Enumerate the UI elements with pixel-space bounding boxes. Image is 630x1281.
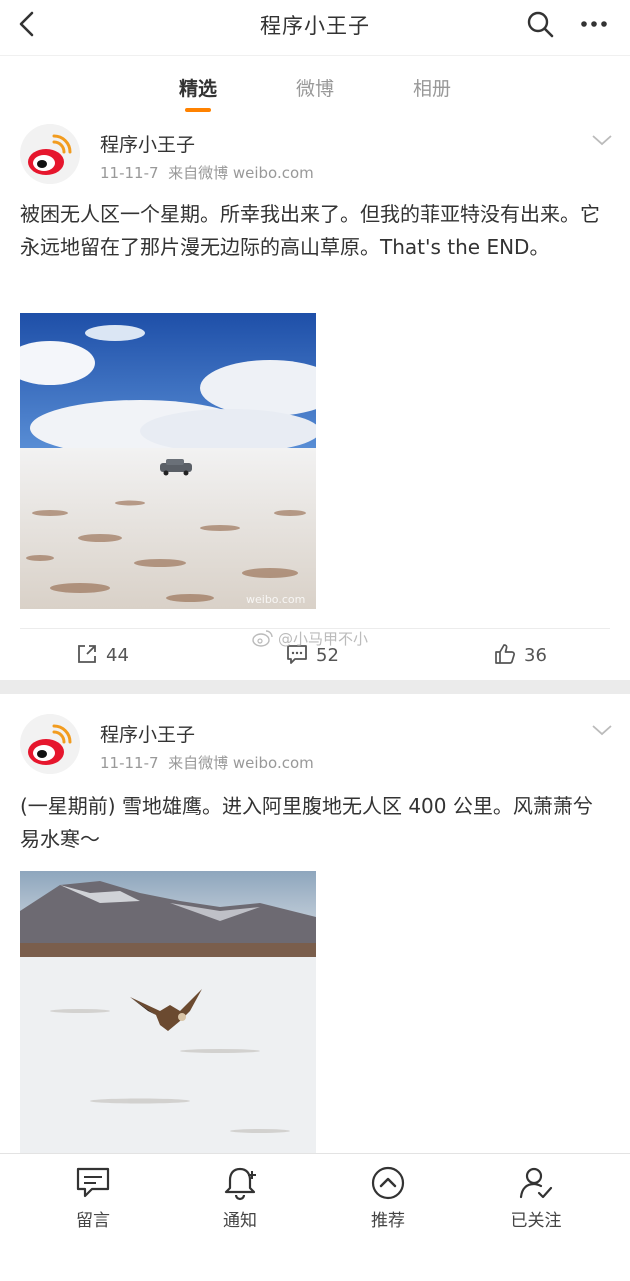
weibo-logo-icon	[20, 124, 80, 184]
post-divider	[0, 680, 630, 694]
bottom-toolbar: 留言 通知 推荐 已关注	[0, 1153, 630, 1281]
repost-button[interactable]: 44	[76, 643, 129, 667]
post-text: 被困无人区一个星期。所幸我出来了。但我的菲亚特没有出来。它永远地留在了那片漫无边…	[20, 202, 600, 259]
post-date: 11-11-7	[100, 754, 159, 772]
notify-button[interactable]: 通知	[190, 1164, 290, 1231]
search-icon[interactable]	[525, 9, 555, 39]
overlay-watermark-text: @小马甲不小	[278, 630, 369, 648]
message-label: 留言	[76, 1211, 110, 1231]
following-label: 已关注	[510, 1211, 562, 1231]
active-tab-indicator	[185, 108, 211, 112]
chevron-down-icon[interactable]	[590, 722, 614, 738]
avatar[interactable]	[20, 124, 80, 184]
user-check-icon	[519, 1167, 553, 1199]
tab-album[interactable]: 相册	[392, 74, 472, 101]
post-date: 11-11-7	[100, 164, 159, 182]
image-watermark: weibo.com	[246, 593, 305, 606]
weibo-post: 程序小王子 11-11-7 来自微博 weibo.com 被困无人区一个星期。所…	[0, 118, 630, 680]
recommend-label: 推荐	[371, 1211, 405, 1231]
like-button[interactable]: 36	[494, 643, 547, 667]
like-count: 36	[524, 645, 547, 666]
post-text: (一星期前) 雪地雄鹰。进入阿里腹地无人区 400 公里。风萧萧兮易水寒～	[20, 794, 593, 851]
post-meta: 11-11-7 来自微博 weibo.com	[100, 752, 314, 773]
avatar[interactable]	[20, 714, 80, 774]
repost-icon	[78, 645, 96, 663]
overlay-watermark: @小马甲不小	[252, 628, 368, 649]
author-name[interactable]: 程序小王子	[100, 130, 195, 157]
chevron-down-icon[interactable]	[590, 132, 614, 148]
profile-tabs: 精选 微博 相册	[0, 55, 630, 119]
tab-weibo[interactable]: 微博	[275, 74, 355, 101]
post-image[interactable]	[20, 871, 316, 1153]
chevron-up-circle-icon	[371, 1166, 405, 1200]
following-button[interactable]: 已关注	[486, 1164, 586, 1231]
more-horizontal-icon[interactable]	[578, 9, 610, 39]
repost-count: 44	[106, 645, 129, 666]
weibo-logo-icon	[20, 714, 80, 774]
recommend-button[interactable]: 推荐	[338, 1164, 438, 1231]
author-name[interactable]: 程序小王子	[100, 720, 195, 747]
post-image[interactable]: weibo.com	[20, 313, 316, 609]
post-meta: 11-11-7 来自微博 weibo.com	[100, 162, 314, 183]
weibo-outline-icon	[252, 630, 273, 647]
thumbs-up-icon	[495, 644, 515, 664]
weibo-post: 程序小王子 11-11-7 来自微博 weibo.com (一星期前) 雪地雄鹰…	[0, 694, 630, 1153]
message-button[interactable]: 留言	[43, 1164, 143, 1231]
top-nav-bar: 程序小王子	[0, 0, 630, 50]
post-source: 来自微博 weibo.com	[168, 164, 314, 182]
message-icon	[76, 1167, 110, 1198]
notify-label: 通知	[223, 1211, 257, 1231]
bell-plus-icon	[224, 1167, 256, 1201]
tab-featured[interactable]: 精选	[158, 74, 238, 101]
post-source: 来自微博 weibo.com	[168, 754, 314, 772]
